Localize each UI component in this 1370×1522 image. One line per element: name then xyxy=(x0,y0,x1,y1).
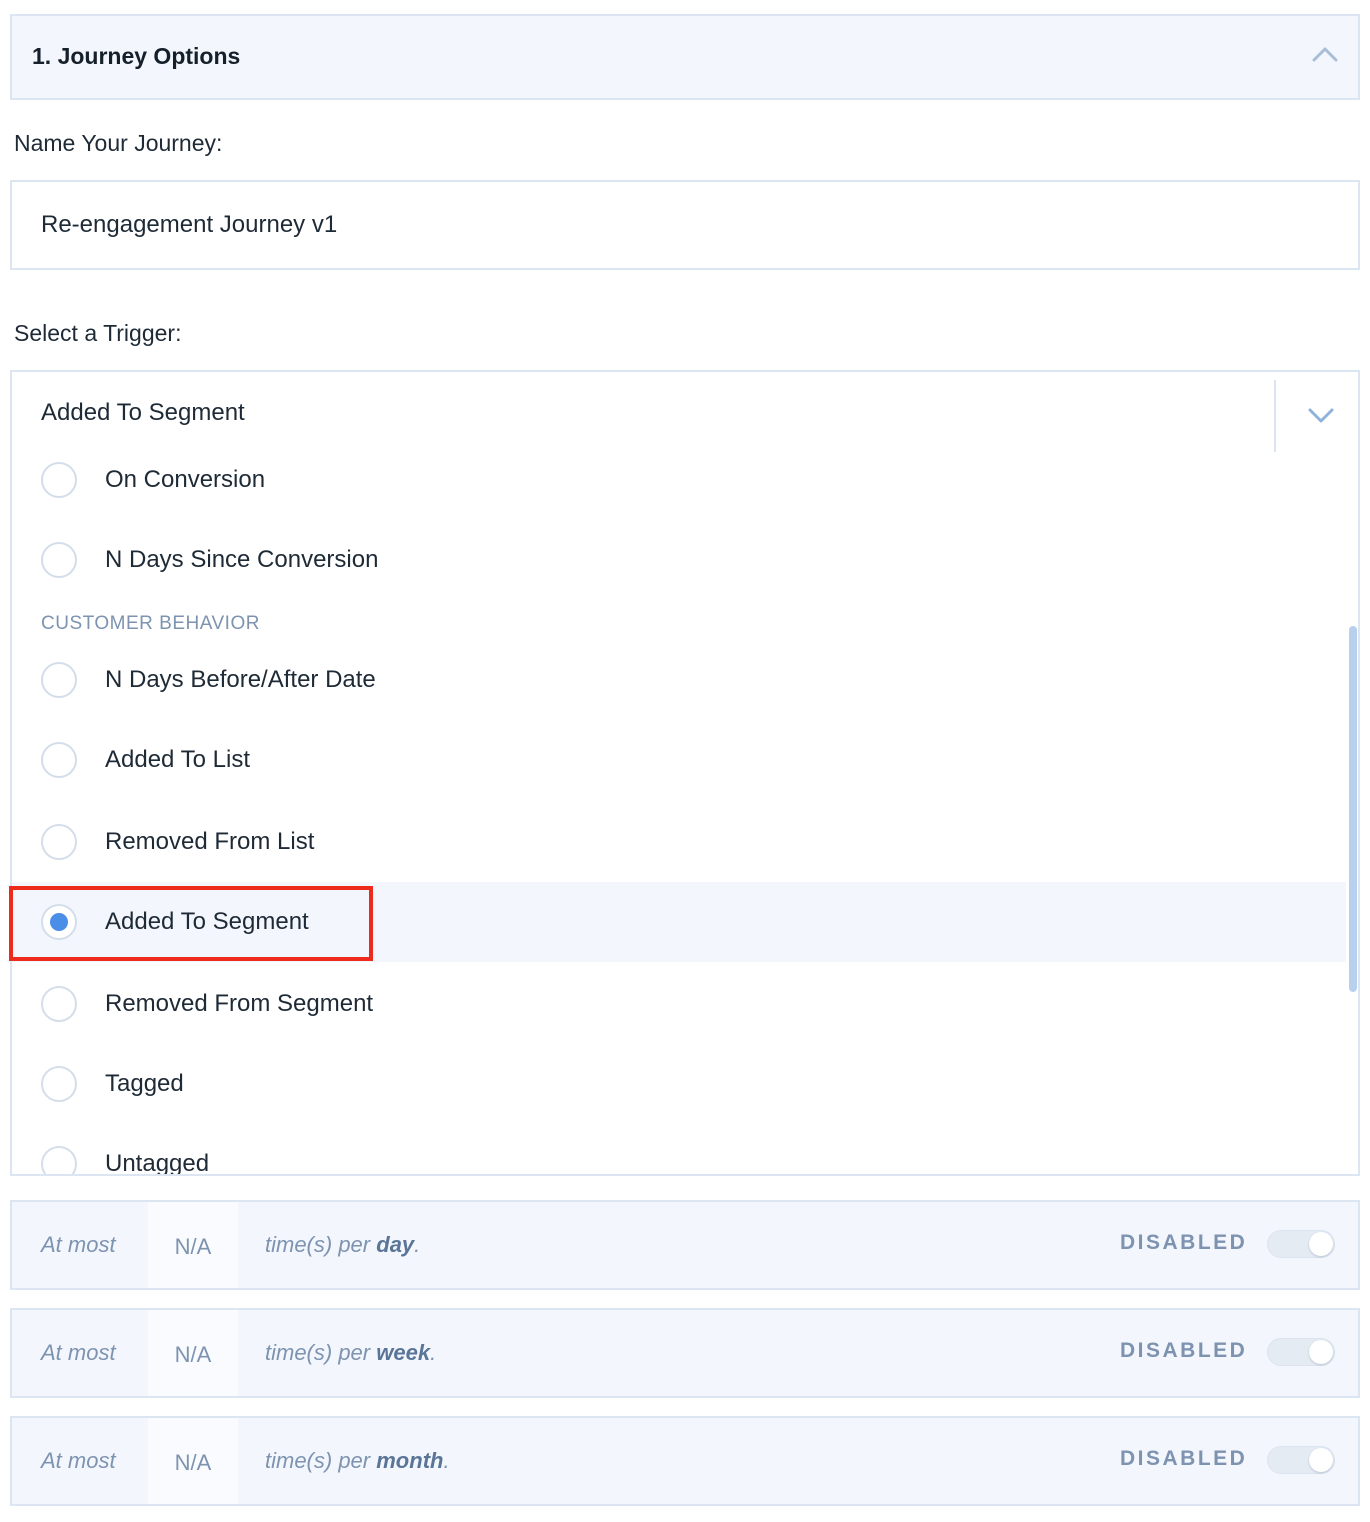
option-label: On Conversion xyxy=(105,466,266,493)
frequency-limit-month: At most N/A time(s) per month. DISABLED xyxy=(10,1416,1360,1506)
trigger-option-removed-from-list[interactable]: Removed From List xyxy=(12,802,1346,882)
toggle-knob xyxy=(1309,1340,1333,1364)
limit-period: day xyxy=(376,1232,415,1257)
radio-button[interactable] xyxy=(41,542,77,578)
dropdown-scrollbar[interactable] xyxy=(1349,626,1357,992)
option-label: Added To List xyxy=(105,746,250,773)
chevron-up-icon[interactable] xyxy=(1310,40,1340,70)
journey-name-input[interactable] xyxy=(10,180,1360,270)
limit-value-input[interactable]: N/A xyxy=(148,1310,238,1396)
limit-toggle[interactable] xyxy=(1267,1446,1335,1474)
radio-button[interactable] xyxy=(41,462,77,498)
radio-button-checked[interactable] xyxy=(41,904,77,940)
radio-button[interactable] xyxy=(41,824,77,860)
limit-value-input[interactable]: N/A xyxy=(148,1202,238,1288)
chevron-down-icon[interactable] xyxy=(1306,400,1336,430)
limit-prefix: At most xyxy=(41,1448,116,1473)
limit-status: DISABLED xyxy=(1120,1339,1248,1362)
option-label: Removed From Segment xyxy=(105,990,374,1017)
option-group-heading: CUSTOMER BEHAVIOR xyxy=(41,613,260,634)
option-label: Tagged xyxy=(105,1070,184,1097)
trigger-option-on-conversion[interactable]: On Conversion xyxy=(12,440,1346,520)
trigger-select[interactable]: Added To Segment On Conversion N Days Si… xyxy=(10,370,1360,1176)
limit-period: month xyxy=(376,1448,444,1473)
section-title: 1. Journey Options xyxy=(32,43,241,69)
limit-value-input[interactable]: N/A xyxy=(148,1418,238,1504)
toggle-knob xyxy=(1309,1448,1333,1472)
toggle-knob xyxy=(1309,1232,1333,1256)
limit-prefix: At most xyxy=(41,1232,116,1257)
limit-toggle[interactable] xyxy=(1267,1338,1335,1366)
trigger-option-n-days-before-after-date[interactable]: N Days Before/After Date xyxy=(12,640,1346,720)
journey-name-label: Name Your Journey: xyxy=(14,130,223,156)
trigger-option-added-to-list[interactable]: Added To List xyxy=(12,720,1346,800)
journey-options-header[interactable]: 1. Journey Options xyxy=(10,14,1360,100)
limit-text: time(s) per week. xyxy=(265,1340,437,1365)
option-label: N Days Since Conversion xyxy=(105,546,379,573)
trigger-option-removed-from-segment[interactable]: Removed From Segment xyxy=(12,964,1346,1044)
option-label: Added To Segment xyxy=(105,908,309,935)
radio-button[interactable] xyxy=(41,662,77,698)
option-label: Removed From List xyxy=(105,828,315,855)
trigger-label: Select a Trigger: xyxy=(14,320,182,346)
limit-text: time(s) per day. xyxy=(265,1232,421,1257)
trigger-selected-value[interactable]: Added To Segment xyxy=(41,399,245,427)
limit-prefix: At most xyxy=(41,1340,116,1365)
radio-button[interactable] xyxy=(41,1146,77,1174)
option-label: N Days Before/After Date xyxy=(105,666,376,693)
trigger-option-added-to-segment[interactable]: Added To Segment xyxy=(12,882,1346,962)
trigger-option-tagged[interactable]: Tagged xyxy=(12,1044,1346,1124)
radio-button[interactable] xyxy=(41,1066,77,1102)
trigger-option-n-days-since-conversion[interactable]: N Days Since Conversion xyxy=(12,520,1346,600)
frequency-limit-week: At most N/A time(s) per week. DISABLED xyxy=(10,1308,1360,1398)
limit-text: time(s) per month. xyxy=(265,1448,450,1473)
option-label: Untagged xyxy=(105,1150,210,1176)
limit-toggle[interactable] xyxy=(1267,1230,1335,1258)
radio-button[interactable] xyxy=(41,986,77,1022)
limit-status: DISABLED xyxy=(1120,1231,1248,1254)
trigger-option-untagged[interactable]: Untagged xyxy=(12,1124,1346,1176)
limit-status: DISABLED xyxy=(1120,1447,1248,1470)
frequency-limit-day: At most N/A time(s) per day. DISABLED xyxy=(10,1200,1360,1290)
limit-period: week xyxy=(376,1340,431,1365)
radio-button[interactable] xyxy=(41,742,77,778)
